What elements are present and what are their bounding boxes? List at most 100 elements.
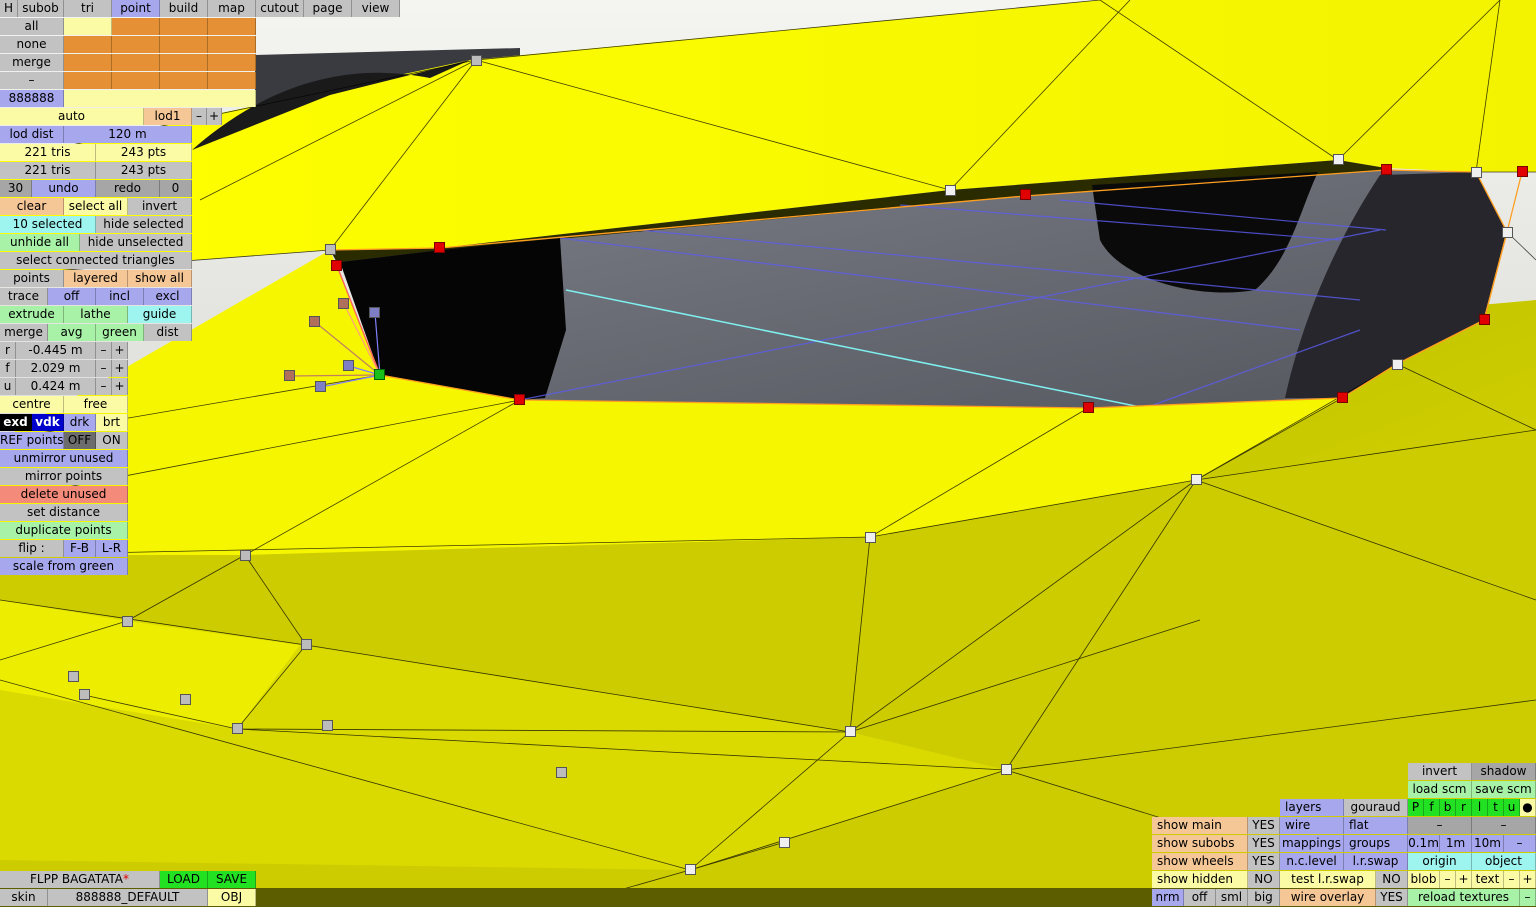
lod-dist-value[interactable]: 120 m	[64, 126, 192, 143]
blob-plus-button[interactable]: +	[1456, 871, 1472, 888]
view-dash-left[interactable]: –	[1408, 817, 1472, 834]
selected-point[interactable]	[331, 260, 342, 271]
layer-swatch[interactable]	[64, 36, 112, 53]
layer-swatch[interactable]	[112, 36, 160, 53]
show-all-button[interactable]: show all	[128, 270, 192, 287]
trace-excl-button[interactable]: excl	[144, 288, 192, 305]
vertex-point[interactable]	[556, 767, 567, 778]
load-button[interactable]: LOAD	[160, 871, 208, 888]
selected-point[interactable]	[1479, 314, 1490, 325]
show-hidden-button[interactable]: show hidden	[1152, 871, 1248, 888]
size-sml-button[interactable]: sml	[1216, 889, 1248, 906]
selected-point[interactable]	[1381, 164, 1392, 175]
vertex-point[interactable]	[1001, 764, 1012, 775]
lr-swap-button[interactable]: l.r.swap	[1344, 853, 1408, 870]
text-plus-button[interactable]: +	[1520, 871, 1536, 888]
shade-brt-button[interactable]: brt	[96, 414, 128, 431]
undo-button[interactable]: undo	[32, 180, 96, 197]
layer-swatch[interactable]	[64, 18, 112, 35]
show-wheels-yes[interactable]: YES	[1248, 853, 1280, 870]
reload-minus-button[interactable]: –	[1520, 889, 1536, 906]
layer-swatch[interactable]	[112, 54, 160, 71]
layer-swatch[interactable]	[208, 54, 256, 71]
ref-points-on-button[interactable]: ON	[96, 432, 128, 449]
lathe-button[interactable]: lathe	[64, 306, 128, 323]
show-wheels-button[interactable]: show wheels	[1152, 853, 1248, 870]
ref-point[interactable]	[315, 381, 326, 392]
tab-subob[interactable]: subob	[18, 0, 64, 17]
view-dot-button[interactable]: ●	[1520, 799, 1536, 816]
view-l-button[interactable]: l	[1472, 799, 1488, 816]
vertex-point[interactable]	[945, 185, 956, 196]
grid-10m-button[interactable]: 10m	[1472, 835, 1504, 852]
layer-swatch[interactable]	[112, 18, 160, 35]
coord-r-value[interactable]: -0.445 m	[16, 342, 96, 359]
lod-auto-button[interactable]: auto	[0, 108, 144, 125]
lod-minus-button[interactable]: –	[192, 108, 207, 125]
coord-f-minus[interactable]: –	[96, 360, 112, 377]
size-nrm-button[interactable]: nrm	[1152, 889, 1184, 906]
selected-count[interactable]: 10 selected	[0, 216, 96, 233]
shade-exd-button[interactable]: exd	[0, 414, 32, 431]
shade-vdk-button[interactable]: vdk	[32, 414, 64, 431]
selected-point[interactable]	[1517, 166, 1528, 177]
ref-point[interactable]	[338, 298, 349, 309]
pivot-centre-button[interactable]: centre	[0, 396, 64, 413]
vertex-point[interactable]	[1502, 227, 1513, 238]
gouraud-button[interactable]: gouraud	[1344, 799, 1408, 816]
vertex-point[interactable]	[68, 671, 79, 682]
blob-minus-button[interactable]: –	[1440, 871, 1456, 888]
vertex-point[interactable]	[865, 532, 876, 543]
view-dash-right[interactable]: –	[1472, 817, 1536, 834]
tab-page[interactable]: page	[304, 0, 352, 17]
selected-point[interactable]	[514, 394, 525, 405]
trace-off-button[interactable]: off	[48, 288, 96, 305]
view-p-button[interactable]: P	[1408, 799, 1424, 816]
layers-button[interactable]: layers	[1280, 799, 1344, 816]
test-lr-swap-button[interactable]: test l.r.swap	[1280, 871, 1376, 888]
unmirror-unused-button[interactable]: unmirror unused	[0, 450, 128, 467]
minus-layer-button[interactable]: –	[0, 72, 64, 89]
layer-swatch[interactable]	[160, 54, 208, 71]
lod-plus-button[interactable]: +	[207, 108, 222, 125]
coord-f-plus[interactable]: +	[112, 360, 128, 377]
tab-h[interactable]: H	[0, 0, 18, 17]
vertex-point[interactable]	[1471, 167, 1482, 178]
delete-unused-button[interactable]: delete unused	[0, 486, 128, 503]
coord-u-plus[interactable]: +	[112, 378, 128, 395]
view-t-button[interactable]: t	[1488, 799, 1504, 816]
vertex-point[interactable]	[122, 616, 133, 627]
size-off-button[interactable]: off	[1184, 889, 1216, 906]
select-all-button[interactable]: select all	[64, 198, 128, 215]
view-b-button[interactable]: b	[1440, 799, 1456, 816]
selected-point[interactable]	[1020, 189, 1031, 200]
guide-button[interactable]: guide	[128, 306, 192, 323]
set-distance-button[interactable]: set distance	[0, 504, 128, 521]
lod-dist-label[interactable]: lod dist	[0, 126, 64, 143]
layer-swatch[interactable]	[64, 54, 112, 71]
groups-button[interactable]: groups	[1344, 835, 1408, 852]
layer-swatch[interactable]	[64, 72, 112, 89]
scale-from-green-button[interactable]: scale from green	[0, 558, 128, 575]
tab-view[interactable]: view	[352, 0, 400, 17]
merge-dist-button[interactable]: dist	[144, 324, 192, 341]
vertex-point[interactable]	[79, 689, 90, 700]
tab-build[interactable]: build	[160, 0, 208, 17]
save-button[interactable]: SAVE	[208, 871, 256, 888]
3d-viewport[interactable]	[0, 0, 1536, 907]
vertex-point[interactable]	[845, 726, 856, 737]
grid-01m-button[interactable]: 0.1m	[1408, 835, 1440, 852]
flip-fb-button[interactable]: F-B	[64, 540, 96, 557]
wire-button[interactable]: wire	[1280, 817, 1344, 834]
coord-u-minus[interactable]: –	[96, 378, 112, 395]
ref-points-off-button[interactable]: OFF	[64, 432, 96, 449]
test-lr-swap-no[interactable]: NO	[1376, 871, 1408, 888]
origin-button[interactable]: origin	[1408, 853, 1472, 870]
ref-point[interactable]	[284, 370, 295, 381]
save-scm-button[interactable]: save scm	[1472, 781, 1536, 798]
merge-points-button[interactable]: merge	[0, 324, 48, 341]
view-f-button[interactable]: f	[1424, 799, 1440, 816]
tab-map[interactable]: map	[208, 0, 256, 17]
layer-swatch[interactable]	[112, 72, 160, 89]
select-all-layers-button[interactable]: all	[0, 18, 64, 35]
